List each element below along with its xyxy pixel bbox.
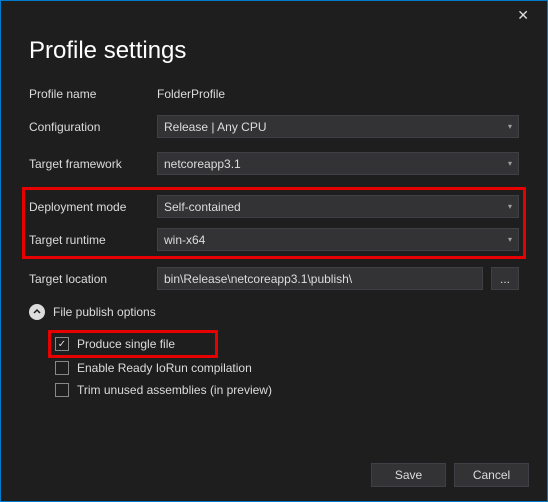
select-target-runtime[interactable]: win-x64 ▾ — [157, 228, 519, 251]
select-configuration-value: Release | Any CPU — [164, 120, 267, 134]
checkbox-ready-to-run[interactable] — [55, 361, 69, 375]
select-configuration[interactable]: Release | Any CPU ▾ — [157, 115, 519, 138]
checkbox-label-trim-unused: Trim unused assemblies (in preview) — [77, 383, 272, 397]
save-button-label: Save — [395, 468, 422, 482]
select-deployment-mode[interactable]: Self-contained ▾ — [157, 195, 519, 218]
select-target-runtime-value: win-x64 — [164, 233, 205, 247]
chevron-down-icon: ▾ — [508, 202, 512, 211]
file-publish-options-list: ✓ Produce single file Enable Ready IoRun… — [29, 330, 519, 398]
checkbox-trim-unused[interactable] — [55, 383, 69, 397]
label-configuration: Configuration — [29, 120, 149, 134]
select-target-framework[interactable]: netcoreapp3.1 ▾ — [157, 152, 519, 175]
browse-button[interactable]: ... — [491, 267, 519, 290]
chevron-down-icon: ▾ — [508, 159, 512, 168]
checkbox-label-produce-single-file: Produce single file — [77, 337, 175, 351]
row-ready-to-run: Enable Ready IoRun compilation — [55, 360, 519, 376]
expander-label: File publish options — [53, 305, 156, 319]
chevron-down-icon: ▾ — [508, 122, 512, 131]
row-configuration: Configuration Release | Any CPU ▾ — [29, 113, 519, 140]
select-deployment-mode-value: Self-contained — [164, 200, 241, 214]
save-button[interactable]: Save — [371, 463, 446, 487]
cancel-button[interactable]: Cancel — [454, 463, 529, 487]
row-trim-unused: Trim unused assemblies (in preview) — [55, 382, 519, 398]
row-target-location: Target location bin\Release\netcoreapp3.… — [29, 265, 519, 292]
row-profile-name: Profile name FolderProfile — [29, 85, 519, 103]
label-target-location: Target location — [29, 272, 149, 286]
checkbox-label-ready-to-run: Enable Ready IoRun compilation — [77, 361, 252, 375]
label-deployment-mode: Deployment mode — [29, 200, 149, 214]
chevron-down-icon: ▾ — [508, 235, 512, 244]
dialog-content: Profile settings Profile name FolderProf… — [1, 29, 547, 398]
input-target-location[interactable]: bin\Release\netcoreapp3.1\publish\ — [157, 267, 483, 290]
value-profile-name: FolderProfile — [157, 87, 519, 101]
label-target-runtime: Target runtime — [29, 233, 149, 247]
page-title: Profile settings — [29, 37, 519, 65]
select-target-framework-value: netcoreapp3.1 — [164, 157, 241, 171]
expander-file-publish-options[interactable]: File publish options — [29, 304, 519, 320]
row-target-framework: Target framework netcoreapp3.1 ▾ — [29, 150, 519, 177]
cancel-button-label: Cancel — [473, 468, 510, 482]
browse-button-label: ... — [500, 272, 510, 286]
row-target-runtime: Target runtime win-x64 ▾ — [29, 226, 519, 253]
checkbox-produce-single-file[interactable]: ✓ — [55, 337, 69, 351]
chevron-up-icon — [29, 304, 45, 320]
close-icon[interactable]: ✕ — [509, 3, 537, 28]
input-target-location-value: bin\Release\netcoreapp3.1\publish\ — [164, 272, 352, 286]
dialog-button-bar: Save Cancel — [371, 463, 529, 487]
label-target-framework: Target framework — [29, 157, 149, 171]
label-profile-name: Profile name — [29, 87, 149, 101]
row-deployment-mode: Deployment mode Self-contained ▾ — [29, 193, 519, 220]
highlight-deployment-runtime: Deployment mode Self-contained ▾ Target … — [22, 187, 526, 259]
title-bar: ✕ — [1, 1, 547, 29]
highlight-produce-single-file: ✓ Produce single file — [48, 330, 218, 358]
